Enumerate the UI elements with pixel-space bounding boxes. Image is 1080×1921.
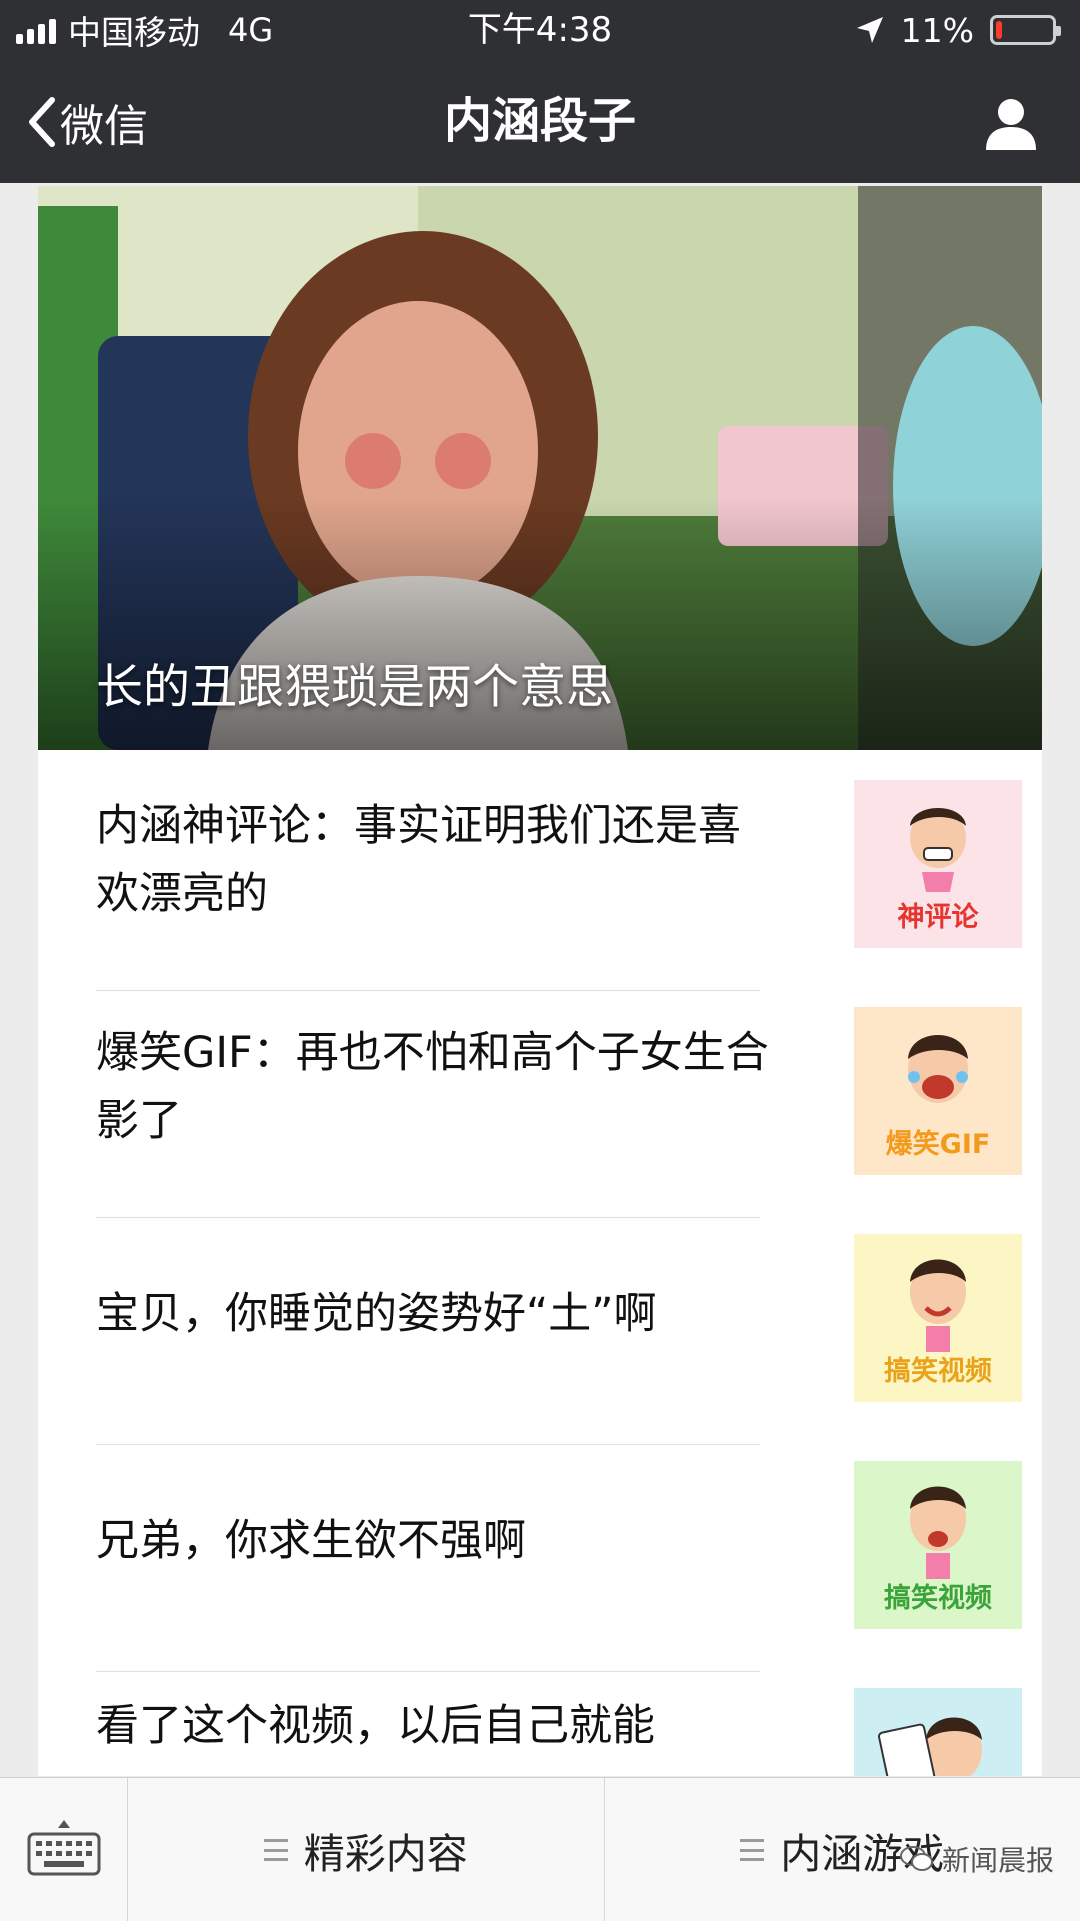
- article-list: 长的丑跟猥琐是两个意思 内涵神评论：事实证明我们还是喜欢漂亮的 神评论 爆笑GI…: [38, 186, 1042, 1776]
- battery-icon: [990, 15, 1061, 45]
- status-bar: 中国移动 4G 下午4:38 11%: [0, 0, 1080, 60]
- menu-list-icon: [263, 1839, 288, 1861]
- nav-bar: 微信 内涵段子: [0, 60, 1080, 183]
- status-right: 11%: [855, 8, 1061, 52]
- watermark-text: 新闻晨报: [941, 1844, 1054, 1877]
- article-title: 宝贝，你睡觉的姿势好“土”啊: [96, 1289, 657, 1339]
- list-item[interactable]: 内涵神评论：事实证明我们还是喜欢漂亮的 神评论: [96, 764, 1026, 990]
- article-thumbnail: 搞笑视频: [854, 1234, 1022, 1402]
- thumbnail-label: 搞笑视频: [884, 1356, 992, 1387]
- reading-face-icon: [854, 1688, 1022, 1776]
- thumbnail-label: 爆笑GIF: [885, 1129, 991, 1160]
- watermark: 新闻晨报: [899, 1839, 1054, 1879]
- list-item[interactable]: 看了这个视频，以后自己就能: [96, 1672, 1026, 1776]
- article-title: 兄弟，你求生欲不强啊: [96, 1516, 526, 1566]
- article-title: 内涵神评论：事实证明我们还是喜欢漂亮的: [96, 801, 741, 919]
- keyboard-icon: [27, 1820, 101, 1876]
- battery-level: [996, 21, 1002, 39]
- hero-caption: 长的丑跟猥琐是两个意思: [96, 660, 613, 715]
- battery-percent: 11%: [900, 10, 974, 50]
- menu-list-icon: [740, 1839, 765, 1861]
- list-item[interactable]: 兄弟，你求生欲不强啊 搞笑视频: [96, 1445, 1026, 1671]
- list-item[interactable]: 爆笑GIF：再也不怕和高个子女生合影了 爆笑GIF: [96, 991, 1026, 1217]
- article-thumbnail: 搞笑视频: [854, 1461, 1022, 1629]
- menu-featured-content[interactable]: 精彩内容: [128, 1778, 604, 1921]
- location-arrow-icon: [856, 17, 883, 43]
- thumbnail-label: 神评论: [897, 902, 979, 933]
- list-item[interactable]: 宝贝，你睡觉的姿势好“土”啊 搞笑视频: [96, 1218, 1026, 1444]
- article-title: 爆笑GIF：再也不怕和高个子女生合影了: [96, 1028, 769, 1146]
- thumbnail-label: 搞笑视频: [884, 1583, 992, 1614]
- user-button[interactable]: [982, 94, 1040, 152]
- page-title: 内涵段子: [443, 93, 636, 149]
- article-thumbnail: 神评论: [854, 780, 1022, 948]
- keyboard-toggle-button[interactable]: [0, 1778, 128, 1921]
- menu-label: 精彩内容: [303, 1830, 468, 1878]
- hero-article[interactable]: 长的丑跟猥琐是两个意思: [38, 186, 1042, 750]
- wechat-icon: [899, 1846, 933, 1871]
- article-thumbnail: 爆笑GIF: [854, 1007, 1022, 1175]
- article-thumbnail: [854, 1688, 1022, 1776]
- user-icon: [986, 99, 1036, 150]
- article-title: 看了这个视频，以后自己就能: [96, 1701, 655, 1751]
